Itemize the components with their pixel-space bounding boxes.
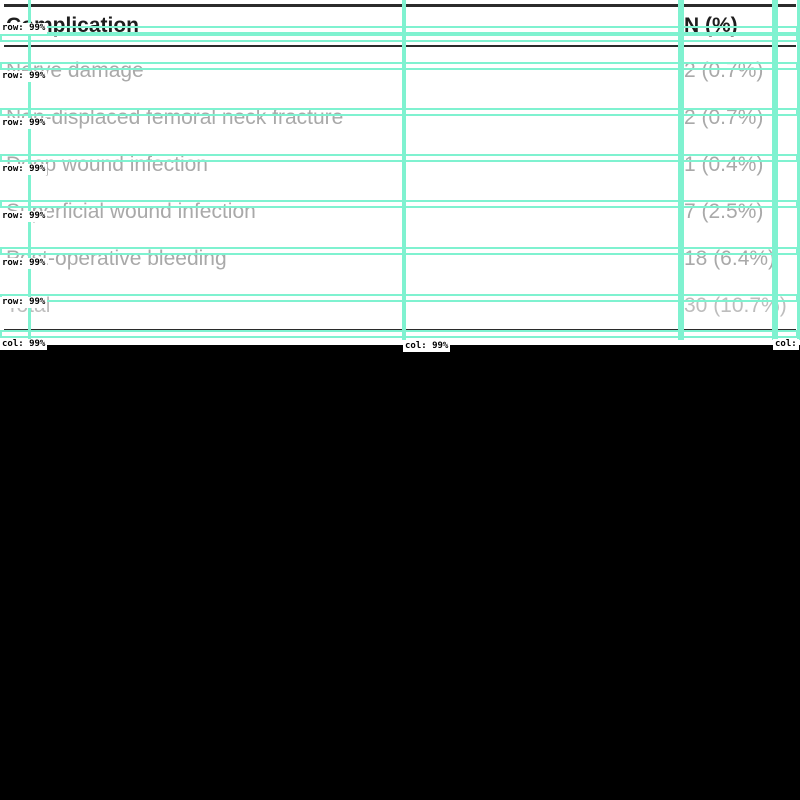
row-value: 2 (0.7%): [684, 105, 764, 129]
table-row: Nerve damage 2 (0.7%): [4, 47, 796, 94]
header-complication: Complication: [6, 14, 140, 37]
table-image: Complication N (%) Nerve damage 2 (0.7%)…: [0, 0, 800, 345]
row-value: 7 (2.5%): [684, 199, 764, 223]
complications-table: Complication N (%) Nerve damage 2 (0.7%)…: [4, 4, 796, 332]
row-label: Post-operative bleeding: [6, 246, 227, 270]
row-value: 2 (0.7%): [684, 58, 764, 82]
row-label: Non-displaced femoral neck fracture: [6, 105, 344, 129]
total-value: 30 (10.7%): [684, 293, 787, 317]
table-row: Deep wound infection 1 (0.4%): [4, 141, 796, 188]
table-row: Superficial wound infection 7 (2.5%): [4, 188, 796, 235]
row-label: Nerve damage: [6, 58, 144, 82]
header-n-percent: N (%): [684, 14, 738, 37]
table-header-row: Complication N (%): [4, 7, 796, 47]
row-value: 18 (6.4%): [684, 246, 776, 270]
total-label: Total: [6, 293, 51, 317]
row-label: Superficial wound infection: [6, 199, 256, 223]
table-row: Non-displaced femoral neck fracture 2 (0…: [4, 94, 796, 141]
table-total-row: Total 30 (10.7%): [4, 282, 796, 329]
row-label: Deep wound infection: [6, 152, 208, 176]
row-value: 1 (0.4%): [684, 152, 764, 176]
table-row: Post-operative bleeding 18 (6.4%): [4, 235, 796, 282]
